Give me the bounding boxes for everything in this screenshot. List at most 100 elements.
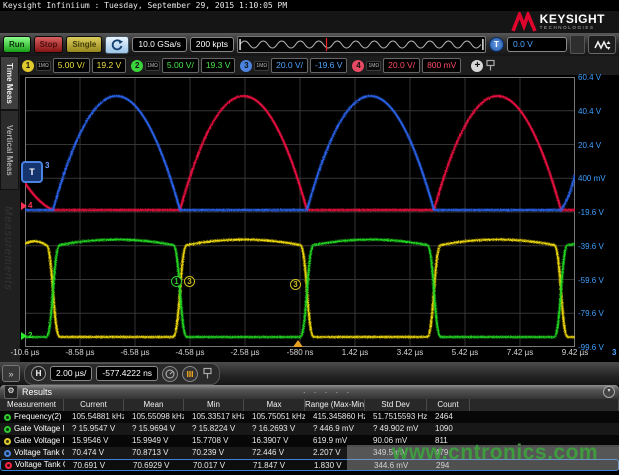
touch-toggle-button[interactable] [105,36,129,54]
waveform-tools-button[interactable] [588,35,616,54]
results-column-filler [470,399,619,411]
sidebar-watermark: Measurements [2,206,14,291]
trigger-level-field[interactable]: 0.0 V [507,37,567,52]
measurement-current: ? 15.9547 V [64,423,124,435]
single-button[interactable]: Single [66,36,102,53]
measurement-range: ? 446.9 mV [305,423,365,435]
x-axis-label: -2.58 µs [230,348,259,357]
channel-1-badge[interactable]: 1 [22,60,34,72]
stop-button[interactable]: Stop [34,36,64,53]
measurement-mean: 15.9949 V [124,435,184,447]
gear-icon[interactable]: ⚙ [4,385,18,399]
measurement-status-icon [4,426,11,433]
result-row[interactable]: Frequency(2)105.54881 kHz105.55098 kHz10… [0,411,619,423]
channel-2-offset-field[interactable]: 19.3 V [201,58,236,73]
channel-2-badge[interactable]: 2 [131,60,143,72]
row-filler [470,411,619,423]
measurement-name: Gate Voltage MC [14,423,64,435]
ground-marker-label: 2 [28,331,32,340]
channel-1-offset-field[interactable]: 19.2 V [92,58,127,73]
channel-3-offset-field[interactable]: -19.6 V [310,58,347,73]
y-axis-label: 40.4 V [578,107,601,116]
measurement-count: 2464 [427,411,470,423]
panel-collapse-button[interactable]: ▾ [603,386,615,398]
trace-marker[interactable]: 3 [290,279,301,290]
measurement-status-icon [4,438,11,445]
y-axis-label: -39.6 V [578,242,604,251]
ground-arrow-icon [21,202,27,210]
run-button[interactable]: Run [3,36,31,53]
watermark-text: www.cntronics.com [392,441,598,465]
measurement-current: 70.691 V [65,460,125,470]
channel-3-group: 31MΩ20.0 V/-19.6 V [240,58,347,73]
channel-1-impedance: 1MΩ [36,61,51,71]
acquisition-points-button[interactable] [182,366,198,382]
add-waveform-button[interactable]: + [471,60,483,72]
trigger-position-icon[interactable] [293,340,303,347]
channel-4-scale-field[interactable]: 20.0 V/ [383,58,420,73]
minimized-panel-button[interactable] [570,35,585,54]
results-column-header[interactable]: Current [64,399,124,411]
results-column-header[interactable]: Range (Max-Min) [305,399,365,411]
expand-dock-button[interactable]: » [2,365,20,382]
results-column-header[interactable]: Min [184,399,244,411]
x-axis-label: 7.42 µs [507,348,533,357]
y-axis-label: 20.4 V [578,141,601,150]
results-title-bar[interactable]: ⚙ Results · · · · · ▾ [0,385,619,399]
measurement-name: Gate Voltage MC [14,435,64,447]
channel-chips: 11MΩ5.00 V/19.2 V21MΩ5.00 V/19.3 V31MΩ20… [22,58,466,73]
sidebar-tab-time-meas[interactable]: Time Meas [0,56,19,110]
memory-depth-field[interactable]: 200 kpts [190,37,234,52]
timebase-scale-field[interactable]: 2.00 µs/ [50,366,92,381]
results-column-header[interactable]: Std Dev [365,399,427,411]
channel-settings-bar: 11MΩ5.00 V/19.2 V21MΩ5.00 V/19.3 V31MΩ20… [20,56,619,75]
vertical-axis-labels: 60.4 V40.4 V20.4 V400 mV-19.6 V-39.6 V-5… [577,77,619,351]
sidebar-tab-vertical-meas[interactable]: Vertical Meas [0,110,19,190]
channel-4-ground-marker[interactable]: 4 [21,201,32,210]
measurement-min: 70.239 V [184,447,244,459]
measurement-current: 15.9546 V [64,435,124,447]
panel-grip-handle[interactable]: · · · · · [52,388,603,397]
results-column-header[interactable]: Count [427,399,470,411]
row-filler [470,423,619,435]
trigger-level-marker-ch3[interactable]: T 3 [21,161,49,183]
sample-rate-field[interactable]: 10.0 GSa/s [132,37,187,52]
channel-2-ground-marker[interactable]: 2 [21,331,32,340]
channel-3-badge[interactable]: 3 [240,60,252,72]
waveform-graticule[interactable]: T 3 42 133 [25,77,575,347]
measurement-range: 415.345860 Hz [305,411,365,423]
measurement-current: 105.54881 kHz [64,411,124,423]
result-row[interactable]: Gate Voltage MC? 15.9547 V? 15.9694 V? 1… [0,423,619,435]
channel-3-impedance: 1MΩ [254,61,269,71]
trace-marker[interactable]: 3 [184,276,195,287]
zoom-mode-button[interactable] [162,366,178,382]
measurement-min: 15.7708 V [184,435,244,447]
channel-3-scale-field[interactable]: 20.0 V/ [271,58,308,73]
timebase-position-field[interactable]: -577.4222 ns [96,366,158,381]
measurement-count: 1090 [427,423,470,435]
acquisition-preview-strip[interactable] [237,36,486,53]
x-axis-label: 3.42 µs [397,348,423,357]
channel-4-offset-field[interactable]: 800 mV [422,58,461,73]
results-column-header[interactable]: Mean [124,399,184,411]
channel-4-badge[interactable]: 4 [352,60,364,72]
trigger-badge: T [489,37,504,52]
x-axis-label: 1.42 µs [342,348,368,357]
pin-icon[interactable] [485,59,496,72]
measurement-std: ? 49.902 mV [365,423,427,435]
trace-marker[interactable]: 1 [171,276,182,287]
y-axis-label: -59.6 V [578,276,604,285]
measurement-status-icon [5,462,12,469]
preview-waveform-icon [238,37,485,52]
results-column-header[interactable]: Measurement [0,399,64,411]
pin-icon[interactable] [202,367,213,380]
channel-2-scale-field[interactable]: 5.00 V/ [162,58,199,73]
orange-bars-icon [185,369,195,379]
results-column-header[interactable]: Max [244,399,305,411]
measurement-max: ? 16.2693 V [244,423,305,435]
ground-arrow-icon [21,332,27,340]
measurement-max: 72.446 V [244,447,305,459]
brand-subtitle: TECHNOLOGIES [540,26,605,31]
channel-1-scale-field[interactable]: 5.00 V/ [53,58,90,73]
measurement-std: 51.7515593 Hz [365,411,427,423]
